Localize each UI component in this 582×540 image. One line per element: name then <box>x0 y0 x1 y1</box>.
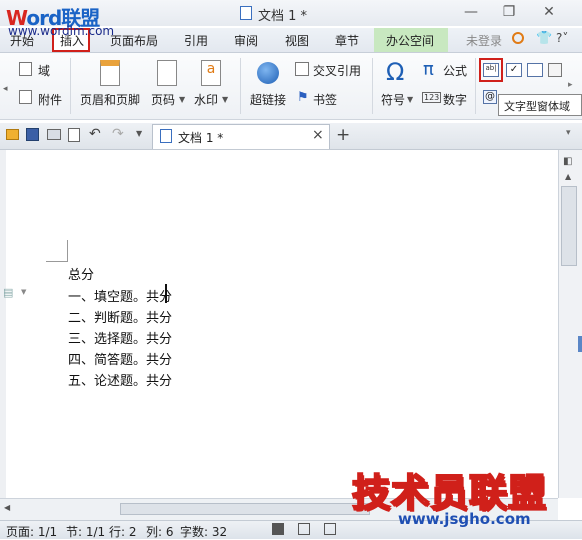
symbol-caret-icon[interactable]: ▼ <box>407 95 413 104</box>
ribbon-separator <box>70 58 71 114</box>
text-form-field-highlight <box>479 58 503 82</box>
scroll-up-icon[interactable]: ▲ <box>565 172 571 181</box>
paragraph-marker-icon[interactable]: ▤ <box>3 286 13 299</box>
login-status[interactable]: 未登录 <box>466 32 502 49</box>
doc-line-5: 五、论述题。共分 <box>68 374 173 389</box>
redo-icon[interactable]: ↷ <box>112 126 124 142</box>
cross-reference-button[interactable]: 交叉引用 <box>313 62 361 79</box>
doc-line-3: 三、选择题。共分 <box>68 332 173 347</box>
number-icon: 123 <box>422 92 442 103</box>
tab-list-icon[interactable]: ▾ <box>566 128 571 138</box>
tab-section[interactable]: 章节 <box>335 32 359 49</box>
formula-button[interactable]: 公式 <box>443 62 467 79</box>
number-button[interactable]: 数字 <box>443 91 467 108</box>
status-section: 节: 1/1 <box>66 525 106 539</box>
doc-line-total: 总分 <box>68 268 95 283</box>
save-icon[interactable] <box>26 128 39 141</box>
field-button[interactable]: 域 <box>38 62 50 79</box>
ribbon-scroll-left-icon[interactable]: ◂ <box>3 84 8 94</box>
attachment-button[interactable]: 附件 <box>38 91 62 108</box>
margin-corner-mark <box>46 240 68 262</box>
tab-view[interactable]: 视图 <box>285 32 309 49</box>
field-icon <box>19 62 32 76</box>
bookmark-icon: ⚑ <box>297 90 309 105</box>
bookmark-button[interactable]: 书签 <box>313 91 337 108</box>
doc-tab-icon <box>160 129 172 143</box>
undo-icon[interactable]: ↶ <box>89 126 101 142</box>
horizontal-scroll-thumb[interactable] <box>120 503 370 515</box>
hyperlink-button[interactable]: 超链接 <box>250 91 286 108</box>
scroll-options-icon[interactable]: ◧ <box>563 156 575 167</box>
tab-office-space[interactable]: 办公空间 <box>386 32 434 49</box>
window-title: 文档 1 * <box>258 9 308 24</box>
page-number-button[interactable]: 页码 <box>151 91 175 108</box>
quick-bar-more-icon[interactable]: ▼ <box>136 129 142 138</box>
status-row: 行: 2 <box>109 525 137 539</box>
ribbon-separator <box>475 58 476 114</box>
ribbon-separator <box>372 58 373 114</box>
status-chars: 字数: 32 <box>180 525 228 539</box>
header-footer-icon <box>100 60 120 86</box>
outline-view-icon[interactable] <box>298 523 310 535</box>
close-window-icon[interactable]: ✕ <box>540 4 558 20</box>
header-footer-button[interactable]: 页眉和页脚 <box>80 91 140 108</box>
symbol-button[interactable]: 符号 <box>381 91 405 108</box>
formula-pi-icon: π <box>423 59 434 80</box>
paragraph-marker-caret-icon[interactable]: ▼ <box>21 288 26 296</box>
text-cursor <box>165 284 167 303</box>
watermark-button[interactable]: 水印 <box>194 91 218 108</box>
page-number-icon <box>157 60 177 86</box>
form-options-icon[interactable] <box>548 63 562 77</box>
document-icon <box>240 6 252 20</box>
doc-line-4: 四、简答题。共分 <box>68 353 173 368</box>
left-gutter <box>0 150 6 498</box>
tab-review[interactable]: 审阅 <box>234 32 258 49</box>
page-number-caret-icon[interactable]: ▼ <box>179 95 185 104</box>
close-tab-icon[interactable]: × <box>312 127 324 143</box>
help-icon[interactable]: ?˅ <box>556 31 568 45</box>
logo-url: www.wordlm.com <box>8 24 115 38</box>
print-preview-icon[interactable] <box>68 128 80 142</box>
status-col: 列: 6 <box>146 525 174 539</box>
status-page: 页面: 1/1 <box>6 525 58 539</box>
side-panel-handle[interactable] <box>578 336 582 352</box>
shirt-icon[interactable]: 👕 <box>536 31 552 46</box>
web-view-icon[interactable] <box>324 523 336 535</box>
scroll-left-icon[interactable]: ◀ <box>4 503 10 512</box>
ribbon-separator <box>240 58 241 114</box>
restore-icon[interactable]: ❐ <box>500 4 518 20</box>
watermark-caret-icon[interactable]: ▼ <box>222 95 228 104</box>
cross-reference-icon <box>295 62 309 76</box>
watermark-icon: a <box>201 60 221 86</box>
vertical-scroll-thumb[interactable] <box>561 186 577 266</box>
jsgho-watermark-url: www.jsgho.com <box>398 510 531 528</box>
open-folder-icon[interactable] <box>6 129 19 140</box>
checkbox-form-field-icon[interactable]: ✓ <box>506 63 522 77</box>
doc-line-2: 二、判断题。共分 <box>68 311 173 326</box>
refresh-icon[interactable] <box>512 32 524 44</box>
tab-references[interactable]: 引用 <box>184 32 208 49</box>
minimize-icon[interactable]: — <box>462 4 480 20</box>
doc-line-1: 一、填空题。共分 <box>68 290 173 305</box>
print-icon[interactable] <box>47 129 61 140</box>
jsgho-watermark-brand: 技术员联盟 <box>351 470 548 516</box>
dropdown-form-field-icon[interactable] <box>527 63 543 77</box>
tab-page-layout[interactable]: 页面布局 <box>110 32 158 49</box>
ribbon-scroll-right-icon[interactable]: ▸ <box>568 80 573 90</box>
attachment-icon <box>19 90 32 104</box>
symbol-omega-icon: Ω <box>386 58 405 86</box>
tooltip-text-form-field: 文字型窗体域 <box>498 94 582 116</box>
hyperlink-globe-icon <box>257 62 279 84</box>
document-tab-label: 文档 1 * <box>178 131 224 145</box>
at-sign-icon[interactable]: @ <box>483 90 497 104</box>
page-view-icon[interactable] <box>272 523 284 535</box>
new-tab-icon[interactable]: + <box>336 125 350 145</box>
